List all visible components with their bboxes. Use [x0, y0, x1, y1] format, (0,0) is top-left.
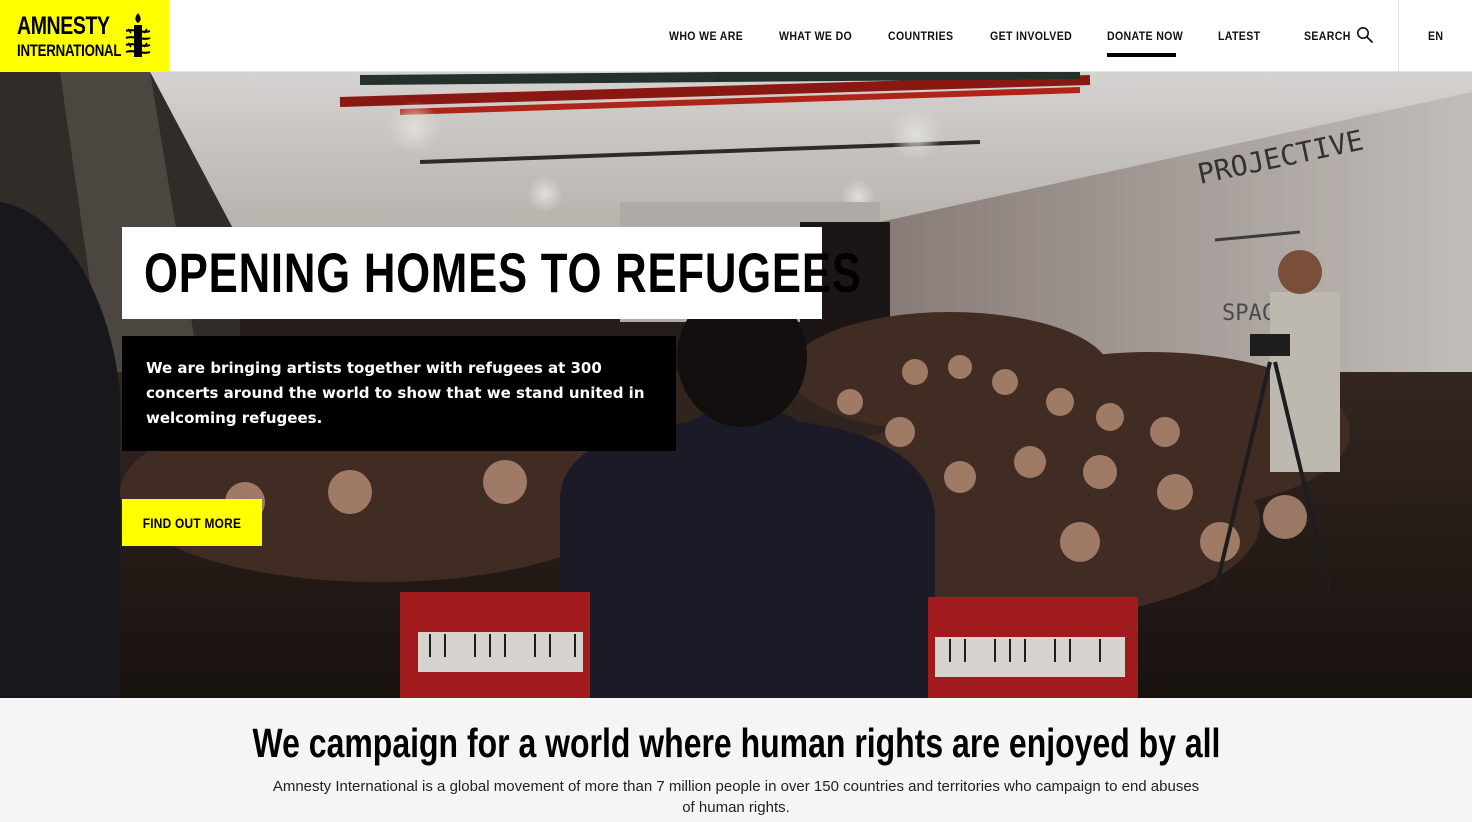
hero-description: We are bringing artists together with re… [146, 359, 645, 427]
search-button[interactable]: SEARCH [1304, 0, 1357, 72]
mission-section: We campaign for a world where human righ… [0, 698, 1472, 822]
amnesty-logo[interactable]: AMNESTY INTERNATIONAL [0, 0, 169, 72]
find-out-more-button[interactable]: FIND OUT MORE [122, 499, 262, 546]
hero-title-box: OPENING HOMES TO REFUGEES [122, 227, 861, 319]
hero-banner: PROJECTIVE SPACE OPENING HOMES TO REFUGE… [0, 72, 1472, 698]
nav-get-involved[interactable]: GET INVOLVED [990, 0, 1083, 72]
candle-barbed-wire-icon [125, 13, 151, 57]
language-divider [1398, 0, 1399, 72]
nav-what-we-do[interactable]: WHAT WE DO [779, 0, 862, 72]
logo-wordmark: AMNESTY INTERNATIONAL [17, 12, 122, 60]
site-header: AMNESTY INTERNATIONAL WHO WE ARE WHAT WE… [0, 0, 1472, 72]
search-icon[interactable] [1356, 26, 1374, 44]
nav-countries[interactable]: COUNTRIES [888, 0, 962, 72]
mission-heading: We campaign for a world where human righ… [252, 720, 1220, 766]
nav-latest[interactable]: LATEST [1218, 0, 1266, 72]
nav-donate-now[interactable]: DONATE NOW [1107, 0, 1183, 72]
mission-text: Amnesty International is a global moveme… [272, 778, 1200, 816]
hero-title: OPENING HOMES TO REFUGEES [144, 241, 862, 304]
hero-description-box: We are bringing artists together with re… [122, 336, 676, 451]
nav-who-we-are[interactable]: WHO WE ARE [669, 0, 753, 72]
language-selector[interactable]: EN [1428, 0, 1445, 72]
